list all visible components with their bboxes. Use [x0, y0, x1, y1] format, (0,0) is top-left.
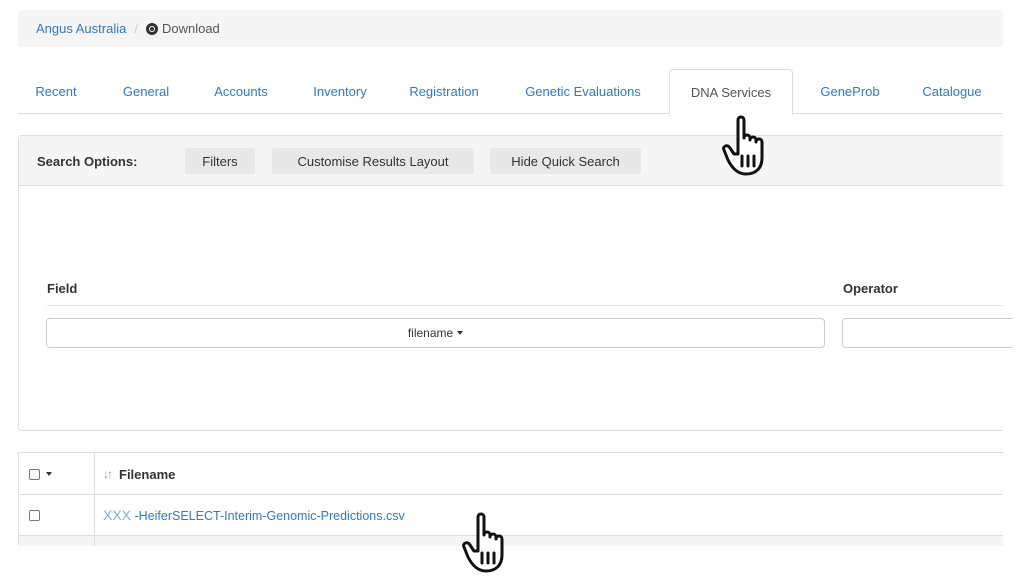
tab-label: Genetic Evaluations: [525, 84, 641, 99]
table-row-partial: [19, 536, 1003, 546]
filename-column-header[interactable]: Filename: [119, 467, 175, 482]
field-divider: [47, 305, 1004, 306]
operator-column-header: Operator: [843, 281, 898, 296]
select-all-checkbox[interactable]: [29, 469, 40, 480]
search-panel: Search Options: Filters Customise Result…: [18, 135, 1012, 431]
field-select[interactable]: filename: [46, 318, 825, 348]
tab-accounts[interactable]: Accounts: [196, 69, 286, 114]
customise-results-layout-button[interactable]: Customise Results Layout: [272, 148, 474, 174]
tab-registration[interactable]: Registration: [392, 69, 496, 114]
row-checkbox[interactable]: [29, 510, 40, 521]
breadcrumb: Angus Australia / Download: [18, 10, 1003, 47]
search-options-label: Search Options:: [37, 154, 138, 169]
field-select-value: filename: [407, 326, 454, 340]
breadcrumb-current: Download: [145, 21, 220, 36]
tab-genetic-evaluations[interactable]: Genetic Evaluations: [508, 69, 658, 114]
tab-label: Registration: [409, 84, 479, 99]
download-circle-icon: [145, 22, 158, 35]
tab-catalogue[interactable]: Catalogue: [902, 69, 1002, 114]
caret-down-icon: [457, 331, 464, 335]
filename-prefix: XXX: [103, 507, 132, 523]
tab-label: DNA Services: [690, 84, 772, 100]
tab-label: Inventory: [313, 84, 367, 99]
tab-label: Recent: [35, 84, 77, 99]
breadcrumb-root-link[interactable]: Angus Australia: [36, 21, 126, 36]
tab-recent[interactable]: Recent: [18, 69, 94, 114]
search-options-bar: Search Options: Filters Customise Result…: [19, 136, 1003, 186]
hide-quick-search-button[interactable]: Hide Quick Search: [490, 148, 641, 174]
tab-dna-services[interactable]: DNA Services: [669, 69, 793, 115]
field-column-header: Field: [47, 281, 78, 296]
sort-icon[interactable]: ↓↑: [103, 467, 113, 481]
operator-select[interactable]: [842, 318, 1012, 348]
breadcrumb-current-label: Download: [161, 21, 220, 36]
tab-inventory[interactable]: Inventory: [294, 69, 386, 114]
breadcrumb-separator: /: [134, 21, 138, 36]
column-divider: [94, 453, 95, 546]
table-row: XXX -HeiferSELECT-Interim-Genomic-Predic…: [19, 495, 1003, 536]
tab-label: Accounts: [214, 84, 268, 99]
tab-label: GeneProb: [820, 84, 880, 99]
table-header-row: ↓↑ Filename: [19, 453, 1003, 495]
file-download-link[interactable]: XXX -HeiferSELECT-Interim-Genomic-Predic…: [103, 507, 405, 523]
tab-label: General: [122, 84, 170, 99]
results-table: ↓↑ Filename XXX -HeiferSELECT-Interim-Ge…: [18, 452, 1003, 546]
filters-button[interactable]: Filters: [185, 148, 255, 174]
tab-general[interactable]: General: [104, 69, 188, 114]
tab-label: Catalogue: [922, 84, 982, 99]
tab-geneprob[interactable]: GeneProb: [803, 69, 897, 114]
tab-bar: Recent General Accounts Inventory Regist…: [18, 69, 1003, 115]
filename-text: -HeiferSELECT-Interim-Genomic-Prediction…: [134, 509, 405, 523]
select-dropdown-caret-icon[interactable]: [46, 472, 52, 476]
